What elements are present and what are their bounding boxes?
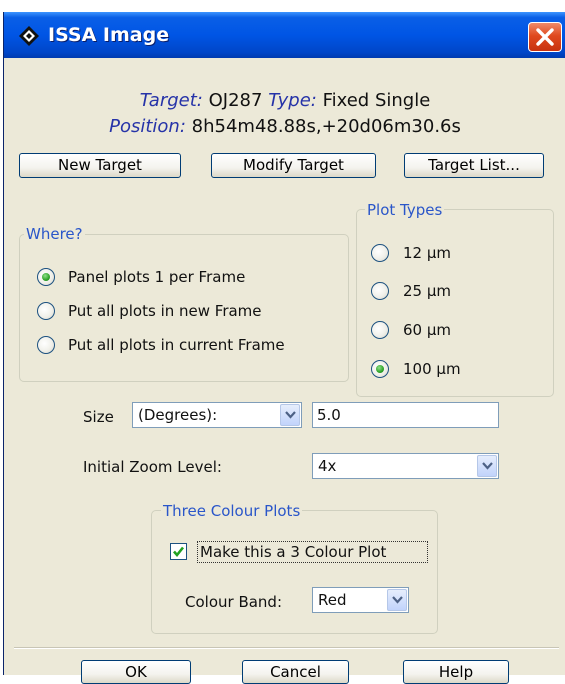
type-label: Type: (268, 90, 317, 111)
new-target-button[interactable]: New Target (19, 153, 181, 178)
target-info-line: Target: OJ287 Type: Fixed Single (4, 90, 565, 112)
three-colour-group (151, 510, 438, 634)
radio-25um[interactable] (371, 282, 389, 300)
three-colour-checkbox[interactable] (170, 543, 187, 560)
chevron-down-icon (482, 462, 493, 470)
issa-image-dialog: ISSA Image Target: OJ287 Type: Fixed Sin… (3, 12, 565, 684)
close-button[interactable] (528, 22, 562, 52)
chevron-down-icon (392, 596, 403, 604)
size-value-input[interactable]: 5.0 (312, 402, 499, 428)
radio-60um-label: 60 µm (403, 321, 452, 339)
position-info-line: Position: 8h54m48.88s,+20d06m30.6s (4, 116, 565, 138)
radio-panel-plots-label: Panel plots 1 per Frame (68, 268, 246, 286)
size-unit-dropdown-arrow[interactable] (280, 404, 300, 426)
size-label: Size (83, 408, 114, 426)
size-value-text: 5.0 (317, 406, 341, 424)
radio-12um[interactable] (371, 244, 389, 262)
position-label: Position: (109, 116, 186, 137)
modify-target-button[interactable]: Modify Target (211, 153, 376, 178)
radio-new-frame[interactable] (37, 302, 55, 320)
radio-12um-label: 12 µm (403, 244, 452, 262)
colour-band-label: Colour Band: (185, 593, 283, 611)
zoom-level-value: 4x (318, 457, 337, 475)
size-unit-value: (Degrees): (138, 406, 218, 424)
radio-100um-label: 100 µm (403, 360, 461, 378)
footer-divider (14, 647, 559, 649)
radio-panel-plots[interactable] (37, 268, 55, 286)
type-value: Fixed Single (322, 90, 431, 111)
chevron-down-icon (285, 411, 296, 419)
zoom-level-dropdown-arrow[interactable] (477, 455, 497, 477)
target-label: Target: (139, 90, 203, 111)
help-button[interactable]: Help (403, 660, 509, 684)
radio-new-frame-label: Put all plots in new Frame (68, 302, 262, 320)
title-bar[interactable]: ISSA Image (4, 12, 565, 58)
colour-band-dropdown[interactable]: Red (312, 587, 409, 613)
zoom-label: Initial Zoom Level: (83, 458, 222, 476)
target-value: OJ287 (208, 90, 263, 111)
diamond-app-icon (19, 26, 39, 46)
position-value: 8h54m48.88s,+20d06m30.6s (191, 116, 461, 137)
size-unit-dropdown[interactable]: (Degrees): (132, 402, 302, 428)
radio-25um-label: 25 µm (403, 282, 452, 300)
plot-types-group-title: Plot Types (365, 201, 445, 219)
colour-band-value: Red (318, 591, 347, 609)
cancel-button[interactable]: Cancel (242, 660, 349, 684)
close-icon (536, 28, 554, 46)
where-group-title: Where? (24, 225, 85, 243)
colour-band-dropdown-arrow[interactable] (387, 589, 407, 611)
checkmark-icon (173, 546, 185, 558)
radio-100um[interactable] (371, 360, 389, 378)
radio-60um[interactable] (371, 321, 389, 339)
radio-current-frame[interactable] (37, 336, 55, 354)
radio-current-frame-label: Put all plots in current Frame (68, 336, 285, 354)
zoom-level-dropdown[interactable]: 4x (312, 453, 499, 479)
ok-button[interactable]: OK (81, 660, 191, 684)
target-list-button[interactable]: Target List... (404, 153, 544, 178)
three-colour-group-title: Three Colour Plots (161, 502, 303, 520)
window-title: ISSA Image (48, 24, 170, 46)
three-colour-checkbox-label: Make this a 3 Colour Plot (200, 543, 387, 561)
